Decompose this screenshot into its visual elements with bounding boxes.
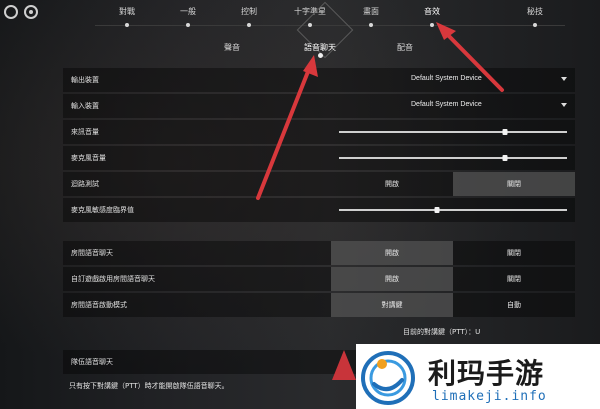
setting-label: 隊伍語音聊天: [71, 358, 113, 366]
watermark-flag-decoration: [332, 350, 356, 380]
setting-row-party-voice: 房間語音聊天 開啟 關閉: [63, 241, 575, 265]
chevron-down-icon: [561, 77, 567, 81]
auto-join-off-option[interactable]: 關閉: [453, 267, 575, 291]
mic-volume-slider[interactable]: [339, 155, 567, 161]
setting-row-output-device: 輸出裝置 Default System Device: [63, 68, 575, 92]
subtab-active-dot: [318, 53, 323, 58]
setting-label: 來訊音量: [71, 128, 99, 136]
settings-gear-icon[interactable]: [24, 5, 38, 19]
watermark-title: 利玛手游: [428, 357, 545, 390]
nav-dot-active: [430, 23, 434, 27]
chevron-down-icon: [561, 103, 567, 107]
setting-row-incoming-volume: 來訊音量: [63, 120, 575, 144]
setting-label: 麥克風敏感度臨界值: [71, 206, 134, 214]
nav-dot: [125, 23, 129, 27]
tab-general[interactable]: 一般: [180, 6, 196, 17]
nav-dot: [533, 23, 537, 27]
tab-audio[interactable]: 音效: [424, 6, 440, 17]
slider-knob[interactable]: [502, 155, 508, 161]
nav-dot: [186, 23, 190, 27]
setting-label: 房間語音聊天: [71, 249, 113, 257]
watermark-logo-icon: [361, 351, 415, 405]
dropdown-value: Default System Device: [411, 75, 482, 82]
party-mode-auto-option[interactable]: 自動: [453, 293, 575, 317]
setting-label: 輸入裝置: [71, 102, 99, 110]
setting-row-loopback-test: 迴路測試 開啟 關閉: [63, 172, 575, 196]
setting-label: 自訂遊戲啟用房間語音聊天: [71, 275, 155, 283]
output-device-dropdown[interactable]: Default System Device: [333, 71, 573, 89]
party-voice-on-option[interactable]: 開啟: [331, 241, 453, 265]
tab-combat[interactable]: 對戰: [119, 6, 135, 17]
subtab-sound[interactable]: 聲音: [224, 42, 240, 53]
nav-dot: [369, 23, 373, 27]
setting-label: 迴路測試: [71, 180, 99, 188]
mic-sensitivity-slider[interactable]: [339, 207, 567, 213]
dropdown-value: Default System Device: [411, 101, 482, 108]
incoming-volume-slider[interactable]: [339, 129, 567, 135]
team-voice-note: 只有按下對講鍵（PTT）時才能開啟隊伍語音聊天。: [69, 382, 229, 390]
setting-row-mic-sensitivity: 麥克風敏感度臨界值: [63, 198, 575, 222]
setting-row-mic-volume: 麥克風音量: [63, 146, 575, 170]
tab-controls[interactable]: 控制: [241, 6, 257, 17]
slider-knob[interactable]: [434, 207, 440, 213]
close-icon[interactable]: [4, 5, 18, 19]
tab-cheats[interactable]: 秘技: [527, 6, 543, 17]
auto-join-on-option[interactable]: 開啟: [331, 267, 453, 291]
party-mode-ptt-option[interactable]: 對講鍵: [331, 293, 453, 317]
loopback-off-option[interactable]: 關閉: [453, 172, 575, 196]
party-voice-off-option[interactable]: 關閉: [453, 241, 575, 265]
setting-label: 麥克風音量: [71, 154, 106, 162]
setting-label: 房間語音啟動模式: [71, 301, 127, 309]
watermark-banner: 利玛手游 limakeji.info: [356, 344, 600, 409]
ptt-key-text: 目前的對講鍵（PTT）：U: [403, 328, 481, 336]
input-device-dropdown[interactable]: Default System Device: [333, 97, 573, 115]
subtab-voice-chat[interactable]: 語音聊天: [304, 42, 336, 53]
setting-row-auto-join-party: 自訂遊戲啟用房間語音聊天 開啟 關閉: [63, 267, 575, 291]
subtab-voice-over[interactable]: 配音: [397, 42, 413, 53]
setting-row-party-mode: 房間語音啟動模式 對講鍵 自動: [63, 293, 575, 317]
watermark-url: limakeji.info: [432, 389, 547, 404]
setting-row-input-device: 輸入裝置 Default System Device: [63, 94, 575, 118]
nav-dot: [247, 23, 251, 27]
tab-video[interactable]: 畫面: [363, 6, 379, 17]
slider-knob[interactable]: [502, 129, 508, 135]
loopback-on-option[interactable]: 開啟: [331, 172, 453, 196]
setting-label: 輸出裝置: [71, 76, 99, 84]
